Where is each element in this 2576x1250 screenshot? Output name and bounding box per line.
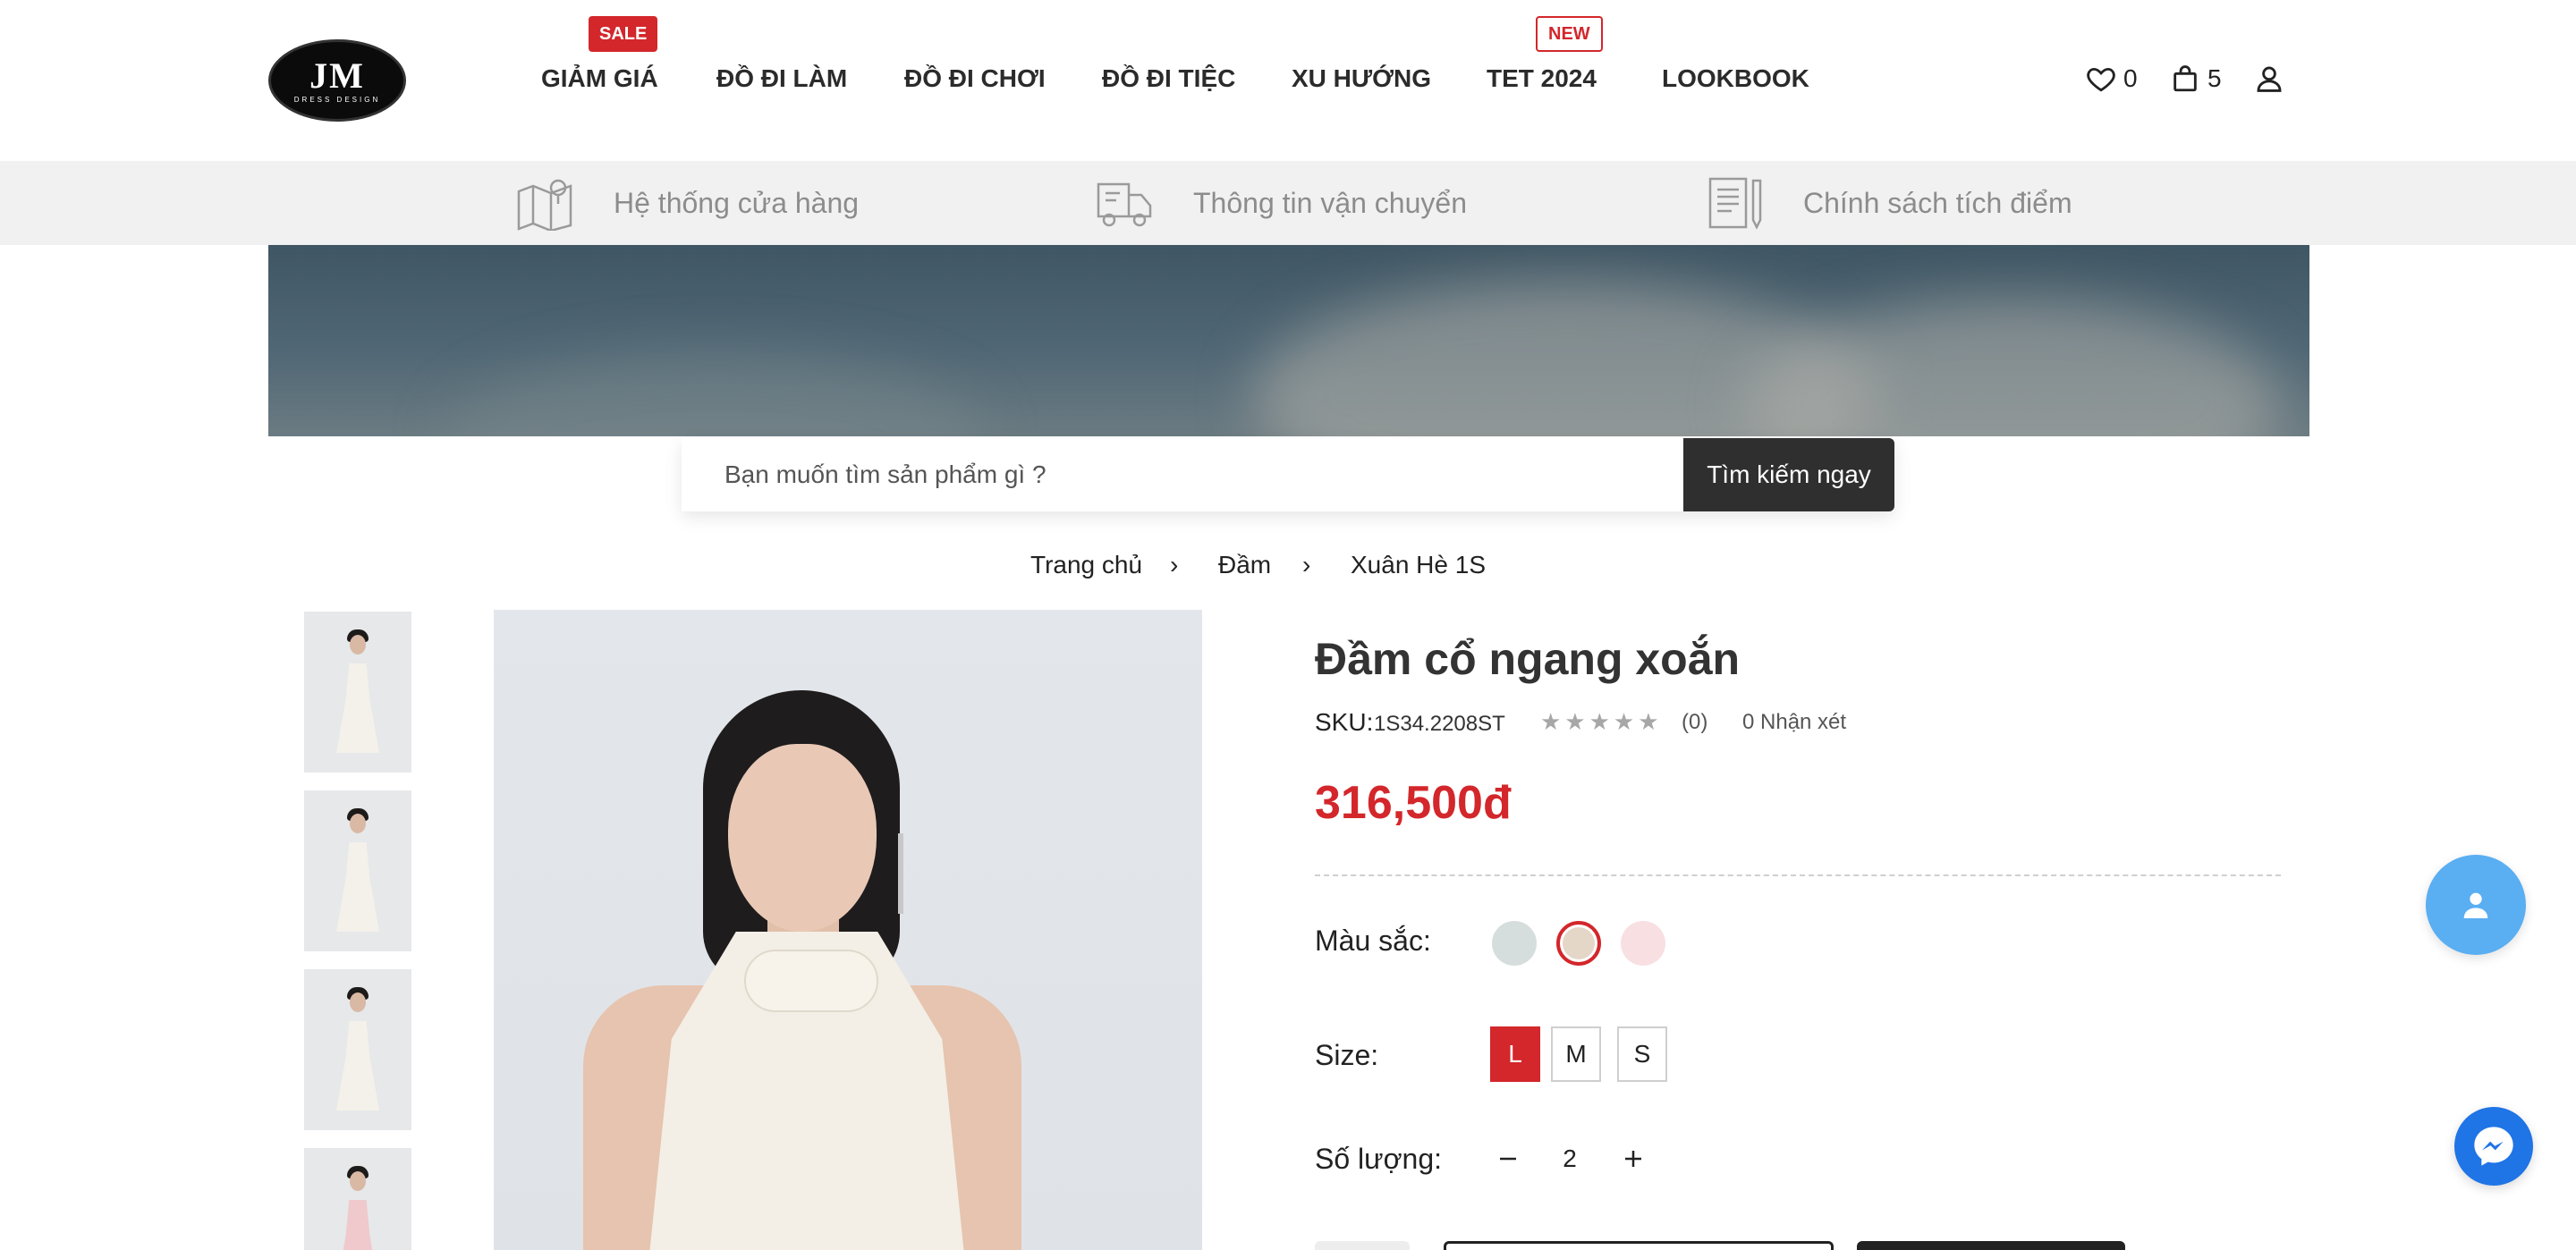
- sku-value: 1S34.2208ST: [1374, 712, 1505, 736]
- info-label-shipping: Thông tin vận chuyển: [1193, 186, 1467, 219]
- product-thumbnail[interactable]: [304, 969, 411, 1130]
- color-swatch[interactable]: [1492, 921, 1537, 966]
- search-bar: Tìm kiếm ngay: [682, 438, 1894, 511]
- breadcrumb-category[interactable]: Đầm: [1218, 547, 1271, 583]
- user-icon: [2257, 66, 2282, 92]
- thumb-figure: [336, 1021, 379, 1111]
- star-rating-icon: ★★★★★: [1540, 708, 1663, 735]
- add-to-cart-button[interactable]: [1444, 1241, 1834, 1250]
- banner-cloud: [447, 352, 984, 436]
- thumb-figure: [350, 635, 366, 655]
- divider: [1315, 874, 2281, 876]
- product-main-image[interactable]: [494, 610, 1202, 1250]
- model-dress: [744, 950, 878, 1012]
- info-item-shipping[interactable]: Thông tin vận chuyển: [1095, 175, 1467, 231]
- floating-contact-button[interactable]: [2426, 855, 2526, 955]
- banner-cloud: [1744, 299, 2281, 436]
- color-swatch[interactable]: [1556, 921, 1601, 966]
- minus-icon: [1500, 1157, 1516, 1161]
- info-label-stores: Hệ thống cửa hàng: [614, 186, 860, 219]
- nav-item-do-di-lam[interactable]: ĐỒ ĐI LÀM: [716, 63, 847, 95]
- rating-count: (0): [1682, 710, 1708, 734]
- size-option-s[interactable]: S: [1617, 1026, 1667, 1082]
- buy-now-button[interactable]: [1857, 1241, 2125, 1250]
- thumb-figure: [350, 1171, 366, 1191]
- thumb-figure: [336, 1200, 379, 1250]
- user-icon: [2463, 892, 2488, 918]
- wishlist-button[interactable]: 0: [2086, 61, 2138, 97]
- new-badge: NEW: [1536, 16, 1603, 52]
- chevron-right-icon: ›: [1170, 551, 1179, 579]
- nav-item-tet-2024[interactable]: TET 2024: [1487, 63, 1597, 95]
- bag-icon: [2174, 65, 2197, 92]
- messenger-icon: [2474, 1127, 2513, 1166]
- thumb-figure: [336, 842, 379, 932]
- thumb-figure: [350, 814, 366, 833]
- quantity-decrease-button[interactable]: [1490, 1141, 1526, 1177]
- color-swatch[interactable]: [1621, 921, 1665, 966]
- breadcrumb-current: Xuân Hè 1S: [1351, 551, 1486, 579]
- site-header: JM DRESS DESIGN SALE GIẢM GIÁ ĐỒ ĐI LÀM …: [0, 0, 2576, 161]
- nav-item-do-di-tiec[interactable]: ĐỒ ĐI TIỆC: [1102, 63, 1235, 95]
- nav-item-xu-huong[interactable]: XU HƯỚNG: [1292, 63, 1431, 95]
- nav-item-do-di-choi[interactable]: ĐỒ ĐI CHƠI: [904, 63, 1046, 95]
- heart-icon: [2087, 67, 2115, 92]
- messenger-button[interactable]: [2454, 1107, 2533, 1186]
- product-thumbnail[interactable]: [304, 790, 411, 951]
- product-thumbnail[interactable]: [304, 1148, 411, 1250]
- breadcrumb-home[interactable]: Trang chủ: [1030, 547, 1142, 583]
- size-option-m[interactable]: M: [1551, 1026, 1601, 1082]
- cart-button[interactable]: 5: [2170, 61, 2222, 97]
- size-guide-button[interactable]: [1315, 1241, 1410, 1250]
- chevron-right-icon: ›: [1302, 551, 1311, 579]
- model-figure: [728, 744, 877, 932]
- size-option-l[interactable]: L: [1490, 1026, 1540, 1082]
- plus-icon: [1625, 1151, 1641, 1167]
- info-item-stores[interactable]: Hệ thống cửa hàng: [515, 175, 859, 231]
- sale-badge: SALE: [589, 16, 658, 52]
- breadcrumb: Trang chủ › Đầm › Xuân Hè 1S: [0, 547, 2576, 583]
- info-bar: Hệ thống cửa hàng Thông tin vận chuyển C…: [0, 161, 2576, 245]
- product-thumbnail[interactable]: [304, 612, 411, 773]
- search-button[interactable]: Tìm kiếm ngay: [1683, 438, 1894, 511]
- size-label: Size:: [1315, 1039, 1379, 1071]
- document-icon: [1708, 177, 1762, 230]
- thumb-figure: [350, 992, 366, 1012]
- product-title: Đầm cổ ngang xoắn: [1315, 634, 1741, 684]
- nav-item-lookbook[interactable]: LOOKBOOK: [1662, 63, 1809, 95]
- wishlist-count: 0: [2123, 64, 2138, 92]
- quantity-value[interactable]: 2: [1556, 1141, 1583, 1177]
- search-input[interactable]: [682, 438, 1683, 511]
- sku-label: SKU:: [1315, 708, 1374, 736]
- nav-item-giam-gia[interactable]: GIẢM GIÁ: [541, 63, 658, 95]
- quantity-increase-button[interactable]: [1615, 1141, 1651, 1177]
- info-label-points: Chính sách tích điểm: [1803, 186, 2072, 219]
- quantity-label: Số lượng:: [1315, 1143, 1443, 1175]
- color-label: Màu sắc:: [1315, 925, 1431, 957]
- model-earring: [898, 833, 903, 914]
- product-price: 316,500đ: [1315, 777, 1512, 829]
- account-button[interactable]: [2254, 61, 2284, 97]
- map-icon: [517, 179, 572, 231]
- hero-banner: [268, 245, 2309, 436]
- cart-count: 5: [2207, 64, 2222, 92]
- info-item-points[interactable]: Chính sách tích điểm: [1705, 175, 2072, 231]
- reviews-link[interactable]: 0 Nhận xét: [1742, 710, 1846, 735]
- truck-icon: [1097, 182, 1152, 227]
- thumb-figure: [336, 663, 379, 753]
